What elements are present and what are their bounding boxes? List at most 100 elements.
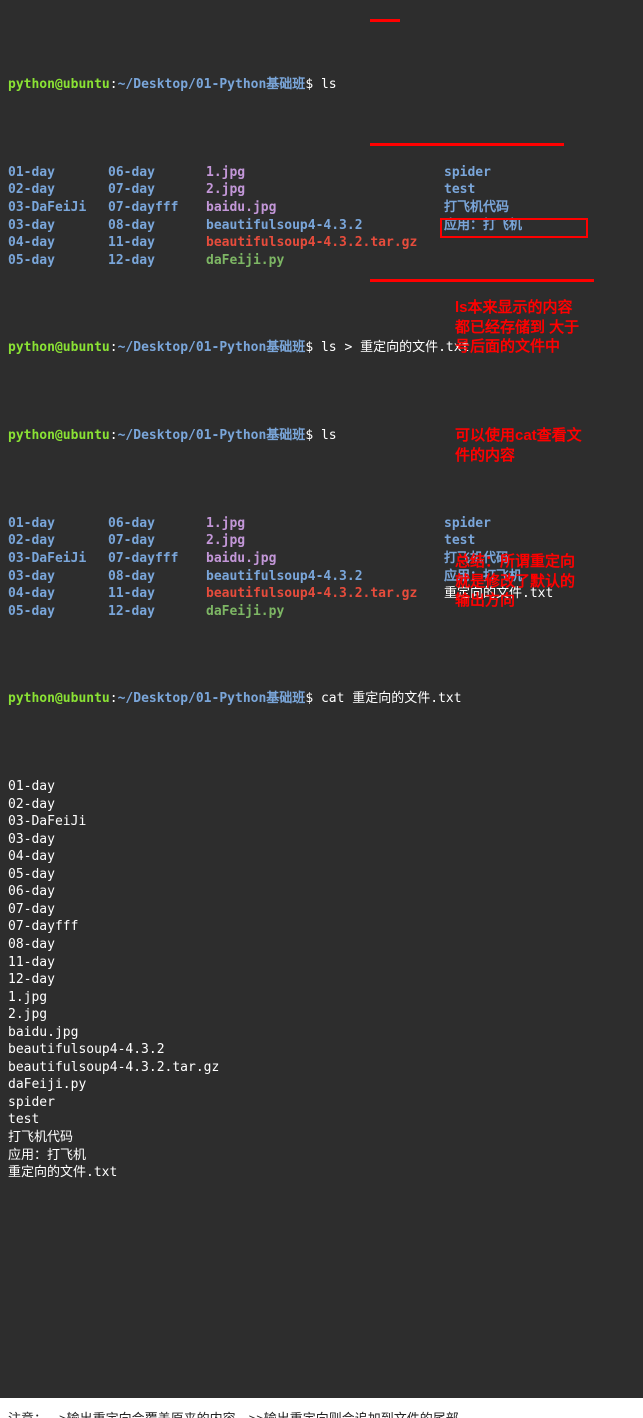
file-row: 03-DaFeiJi07-dayfffbaidu.jpg打飞机代码 — [8, 550, 635, 568]
file-row: 02-day07-day2.jpgtest — [8, 532, 635, 550]
cat-line: 1.jpg — [8, 989, 635, 1007]
cat-line: 12-day — [8, 971, 635, 989]
command-ls-1: ls — [321, 77, 337, 92]
file-entry — [444, 252, 635, 270]
file-entry: 03-day — [8, 217, 108, 235]
file-entry: test — [444, 181, 635, 199]
cat-line: beautifulsoup4-4.3.2.tar.gz — [8, 1059, 635, 1077]
prompt-path: ~/Desktop/01-Python基础班 — [118, 77, 306, 92]
file-entry: 11-day — [108, 585, 206, 603]
file-entry: test — [444, 532, 635, 550]
file-entry: spider — [444, 164, 635, 182]
footnote-label: 注意： — [8, 1411, 47, 1418]
file-entry: 04-day — [8, 585, 108, 603]
prompt-dollar: $ — [305, 77, 313, 92]
file-entry: 06-day — [108, 515, 206, 533]
cat-line: daFeiji.py — [8, 1076, 635, 1094]
file-row: 03-day08-daybeautifulsoup4-4.3.2应用：打飞机 — [8, 217, 635, 235]
file-entry: beautifulsoup4-4.3.2.tar.gz — [206, 585, 444, 603]
prompt-colon: : — [110, 77, 118, 92]
command-ls-2: ls — [321, 428, 337, 443]
cat-line: 03-day — [8, 831, 635, 849]
file-entry: 02-day — [8, 532, 108, 550]
file-entry: 应用：打飞机 — [444, 568, 635, 586]
file-entry: 07-dayfff — [108, 199, 206, 217]
prompt-host: ubuntu — [63, 77, 110, 92]
file-entry: beautifulsoup4-4.3.2 — [206, 568, 444, 586]
file-entry: 07-day — [108, 181, 206, 199]
file-entry: 03-DaFeiJi — [8, 199, 108, 217]
underline-ls — [370, 19, 400, 22]
file-entry: 应用：打飞机 — [444, 217, 635, 235]
prompt-line-redirect: python@ubuntu:~/Desktop/01-Python基础班$ ls… — [8, 339, 635, 357]
prompt-line-1: python@ubuntu:~/Desktop/01-Python基础班$ ls — [8, 76, 635, 94]
file-entry: 2.jpg — [206, 532, 444, 550]
prompt-line-2: python@ubuntu:~/Desktop/01-Python基础班$ ls — [8, 427, 635, 445]
file-entry: 1.jpg — [206, 515, 444, 533]
file-entry: 07-dayfff — [108, 550, 206, 568]
cat-line: 重定向的文件.txt — [8, 1164, 635, 1182]
file-entry: 04-day — [8, 234, 108, 252]
file-entry: beautifulsoup4-4.3.2 — [206, 217, 444, 235]
file-entry: daFeiji.py — [206, 252, 444, 270]
underline-redirect — [370, 143, 564, 146]
file-entry: spider — [444, 515, 635, 533]
command-redirect: ls > 重定向的文件.txt — [321, 340, 469, 355]
file-row: 05-day12-daydaFeiji.py — [8, 603, 635, 621]
file-entry: 1.jpg — [206, 164, 444, 182]
cat-line: 04-day — [8, 848, 635, 866]
cat-line: spider — [8, 1094, 635, 1112]
cat-line: 03-DaFeiJi — [8, 813, 635, 831]
file-row: 04-day11-daybeautifulsoup4-4.3.2.tar.gz — [8, 234, 635, 252]
file-entry: daFeiji.py — [206, 603, 444, 621]
prompt-user: python — [8, 77, 55, 92]
file-entry: baidu.jpg — [206, 550, 444, 568]
footnote-text: >输出重定向会覆盖原来的内容，>>输出重定向则会追加到文件的尾部。 — [59, 1411, 472, 1418]
cat-line: 05-day — [8, 866, 635, 884]
file-entry: 11-day — [108, 234, 206, 252]
file-entry: 03-DaFeiJi — [8, 550, 108, 568]
file-entry: 02-day — [8, 181, 108, 199]
file-entry: baidu.jpg — [206, 199, 444, 217]
cat-line: 07-day — [8, 901, 635, 919]
footnote: 注意： >输出重定向会覆盖原来的内容，>>输出重定向则会追加到文件的尾部。 — [0, 1398, 643, 1418]
file-row: 05-day12-daydaFeiji.py — [8, 252, 635, 270]
ls-output-1: 01-day06-day1.jpgspider02-day07-day2.jpg… — [8, 164, 635, 269]
cat-line: 02-day — [8, 796, 635, 814]
file-entry: 03-day — [8, 568, 108, 586]
file-row: 01-day06-day1.jpgspider — [8, 515, 635, 533]
cat-line: 01-day — [8, 778, 635, 796]
file-entry: 01-day — [8, 515, 108, 533]
file-entry: 08-day — [108, 568, 206, 586]
cat-line: beautifulsoup4-4.3.2 — [8, 1041, 635, 1059]
cat-line: test — [8, 1111, 635, 1129]
file-entry: 06-day — [108, 164, 206, 182]
cat-line: 打飞机代码 — [8, 1129, 635, 1147]
underline-cat — [370, 279, 594, 282]
cat-line: 应用：打飞机 — [8, 1147, 635, 1165]
file-entry: beautifulsoup4-4.3.2.tar.gz — [206, 234, 444, 252]
file-entry: 08-day — [108, 217, 206, 235]
file-entry: 01-day — [8, 164, 108, 182]
file-entry: 07-day — [108, 532, 206, 550]
prompt-at: @ — [55, 77, 63, 92]
cat-line: 2.jpg — [8, 1006, 635, 1024]
file-entry: 打飞机代码 — [444, 550, 635, 568]
file-entry: 12-day — [108, 252, 206, 270]
file-row: 03-day08-daybeautifulsoup4-4.3.2应用：打飞机 — [8, 568, 635, 586]
command-cat: cat 重定向的文件.txt — [321, 691, 462, 706]
file-entry — [444, 234, 635, 252]
cat-output: 01-day02-day03-DaFeiJi03-day04-day05-day… — [8, 778, 635, 1182]
file-row: 03-DaFeiJi07-dayfffbaidu.jpg打飞机代码 — [8, 199, 635, 217]
prompt-line-cat: python@ubuntu:~/Desktop/01-Python基础班$ ca… — [8, 690, 635, 708]
file-entry: 05-day — [8, 252, 108, 270]
file-row: 01-day06-day1.jpgspider — [8, 164, 635, 182]
file-row: 04-day11-daybeautifulsoup4-4.3.2.tar.gz重… — [8, 585, 635, 603]
cat-line: baidu.jpg — [8, 1024, 635, 1042]
file-entry: 重定向的文件.txt — [444, 585, 635, 603]
file-entry: 12-day — [108, 603, 206, 621]
terminal-window[interactable]: python@ubuntu:~/Desktop/01-Python基础班$ ls… — [0, 0, 643, 1398]
cat-line: 06-day — [8, 883, 635, 901]
cat-line: 07-dayfff — [8, 918, 635, 936]
cat-line: 11-day — [8, 954, 635, 972]
